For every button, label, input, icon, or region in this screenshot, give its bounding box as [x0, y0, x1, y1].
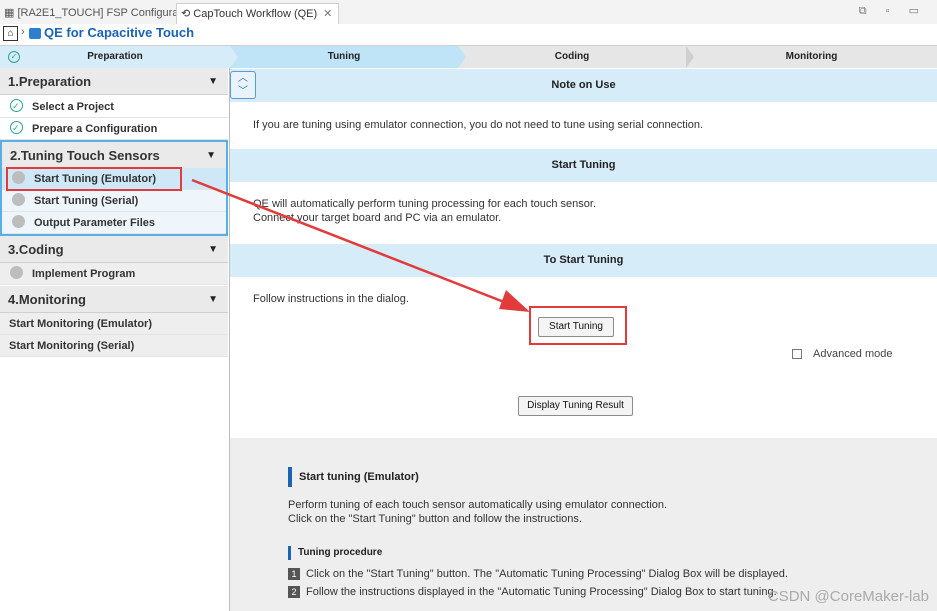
watermark: CSDN @CoreMaker-lab [767, 588, 929, 605]
arrow-head [499, 290, 530, 312]
arrow-line [191, 178, 523, 311]
annotation-arrow [191, 178, 530, 312]
